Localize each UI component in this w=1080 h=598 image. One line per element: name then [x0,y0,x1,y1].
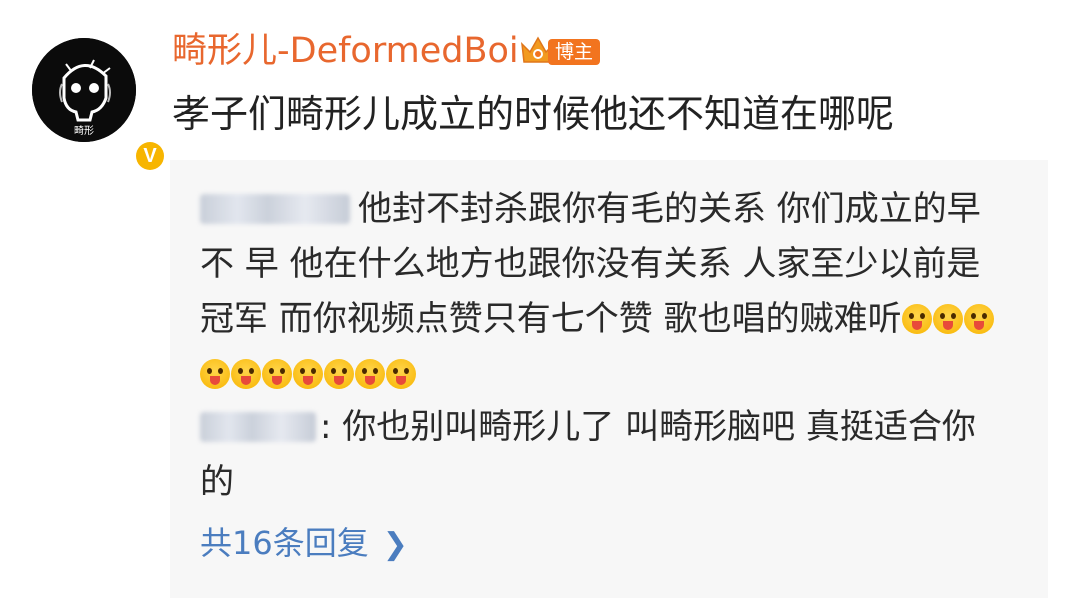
grin-emoji-icon [963,304,994,334]
reply-item: : 你也别叫畸形儿了 叫畸形脑吧 真挺适合你的 [200,400,1000,510]
grin-emoji-icon [231,359,261,389]
post-text: 孝子们畸形儿成立的时候他还不知道在哪呢 [172,92,895,136]
grin-emoji-icon [324,359,354,389]
blurred-username[interactable] [200,412,316,442]
verified-badge: V [132,138,168,174]
more-replies-label: 共16条回复 [200,524,369,562]
reply-preview[interactable]: 他封不封杀跟你有毛的关系 你们成立的早不 早 他在什么地方也跟你没有关系 人家至… [170,160,1048,598]
grin-emoji-icon [386,359,416,389]
grin-emoji-icon [262,359,292,389]
blogger-badge: 博主 [518,30,602,70]
username[interactable]: 畸形儿-DeformedBoi [172,26,519,76]
avatar-skull-icon: 畸形 [32,38,136,142]
chevron-right-icon: ❯ [382,527,408,562]
grin-emoji-icon [901,304,932,334]
reply-text: : 你也别叫畸形儿了 叫畸形脑吧 真挺适合你的 [200,407,976,502]
grin-emoji-icon [293,359,323,389]
blogger-label: 博主 [548,39,600,65]
grin-emoji-icon [932,304,963,334]
svg-text:畸形: 畸形 [74,124,94,137]
blurred-username[interactable] [200,194,350,224]
avatar[interactable]: 畸形 V [32,38,168,174]
grin-emoji-icon [200,359,230,389]
verified-v-icon: V [136,142,164,170]
grin-emoji-icon [355,359,385,389]
more-replies-link[interactable]: 共16条回复 ❯ [200,518,408,570]
reply-item: 他封不封杀跟你有毛的关系 你们成立的早不 早 他在什么地方也跟你没有关系 人家至… [200,182,1000,402]
